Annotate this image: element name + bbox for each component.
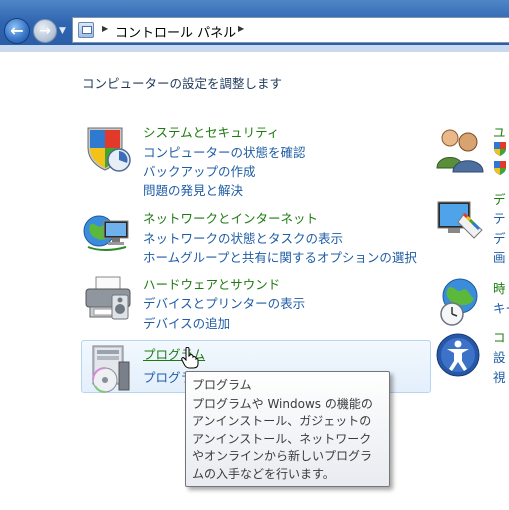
link-add-device[interactable]: デバイスの追加 <box>143 313 230 332</box>
link-check-computer-status[interactable]: コンピューターの状態を確認 <box>143 142 306 161</box>
breadcrumb-arrow-icon[interactable]: ▶ <box>238 24 244 33</box>
link-ease-2[interactable]: 視 <box>493 367 506 386</box>
hand-cursor-icon <box>181 347 199 369</box>
link-devices-printers[interactable]: デバイスとプリンターの表示 <box>143 293 305 312</box>
arrow-right-icon: → <box>39 23 51 39</box>
link-homegroup-options[interactable]: ホームグループと共有に関するオプションの選択 <box>143 247 417 266</box>
clock-globe-icon <box>440 278 478 326</box>
address-bar[interactable]: ▶ コントロール パネル ▶ <box>72 17 509 43</box>
link-network-status[interactable]: ネットワークの状態とタスクの表示 <box>143 228 343 247</box>
tooltip-body: プログラムや Windows の機能のアンインストール、ガジェットのアンインスト… <box>192 396 373 481</box>
category-title-user-accounts[interactable]: ユ <box>493 122 506 141</box>
breadcrumb-arrow-icon[interactable]: ▶ <box>102 24 108 33</box>
back-button[interactable]: ← <box>4 18 30 44</box>
category-title-ease-of-access[interactable]: コ <box>493 327 506 346</box>
category-title-system-security[interactable]: システムとセキュリティ <box>143 122 279 141</box>
appearance-icon <box>437 201 483 239</box>
network-globe-icon <box>83 215 129 251</box>
programs-icon <box>92 345 130 393</box>
uac-shield-icon <box>494 161 506 175</box>
link-clock-1[interactable]: キー <box>493 298 509 317</box>
category-title-network-internet[interactable]: ネットワークとインターネット <box>143 208 318 227</box>
users-icon <box>436 129 484 173</box>
link-appearance-3[interactable]: 画 <box>493 247 506 266</box>
tooltip-title: プログラム <box>192 378 252 392</box>
recent-pages-dropdown[interactable]: ▼ <box>59 24 69 38</box>
category-title-hardware-sound[interactable]: ハードウェアとサウンド <box>143 274 280 293</box>
link-appearance-1[interactable]: テ <box>493 208 506 227</box>
printer-icon <box>85 276 131 320</box>
breadcrumb-control-panel[interactable]: コントロール パネル <box>115 22 236 41</box>
link-appearance-2[interactable]: デ <box>493 228 506 247</box>
page-title: コンピューターの設定を調整します <box>82 76 283 91</box>
category-title-appearance[interactable]: デ <box>493 189 506 208</box>
control-panel-icon <box>78 22 94 38</box>
link-create-backup[interactable]: バックアップの作成 <box>143 161 256 180</box>
tooltip: プログラム プログラムや Windows の機能のアンインストール、ガジェットの… <box>185 371 390 487</box>
toolbar-strip <box>0 45 509 52</box>
shield-icon <box>87 127 131 172</box>
forward-button[interactable]: → <box>33 19 57 43</box>
ease-of-access-icon <box>436 333 480 377</box>
uac-shield-icon <box>494 142 506 156</box>
link-troubleshoot[interactable]: 問題の発見と解決 <box>143 180 243 199</box>
arrow-left-icon: ← <box>10 21 24 40</box>
link-ease-1[interactable]: 設 <box>493 347 506 366</box>
category-title-clock-region[interactable]: 時 <box>493 278 506 297</box>
